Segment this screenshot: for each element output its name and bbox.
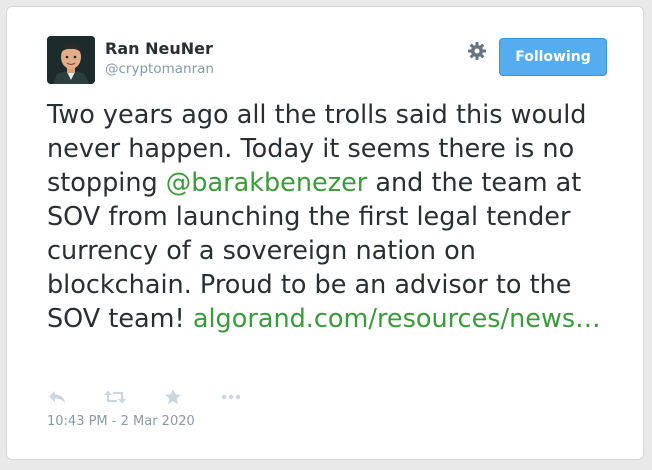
author-username[interactable]: @cryptomanran <box>105 61 214 77</box>
tweet-text: Two years ago all the trolls said this w… <box>47 98 607 336</box>
mention-link[interactable]: @barakbenezer <box>166 168 367 198</box>
more-icon[interactable] <box>219 387 243 407</box>
tweet-timestamp[interactable]: 10:43 PM - 2 Mar 2020 <box>47 414 195 429</box>
following-button[interactable]: Following <box>499 38 607 76</box>
tweet-card: Ran NeuNer @cryptomanran Following Two y… <box>6 6 644 460</box>
retweet-icon[interactable] <box>103 387 127 407</box>
gear-icon[interactable] <box>466 40 488 62</box>
author-avatar[interactable] <box>47 36 95 84</box>
url-link[interactable]: algorand.com/resources/news… <box>193 304 601 334</box>
like-star-icon[interactable] <box>163 387 187 407</box>
reply-icon[interactable] <box>47 387 71 407</box>
author-display-name[interactable]: Ran NeuNer <box>105 39 213 58</box>
